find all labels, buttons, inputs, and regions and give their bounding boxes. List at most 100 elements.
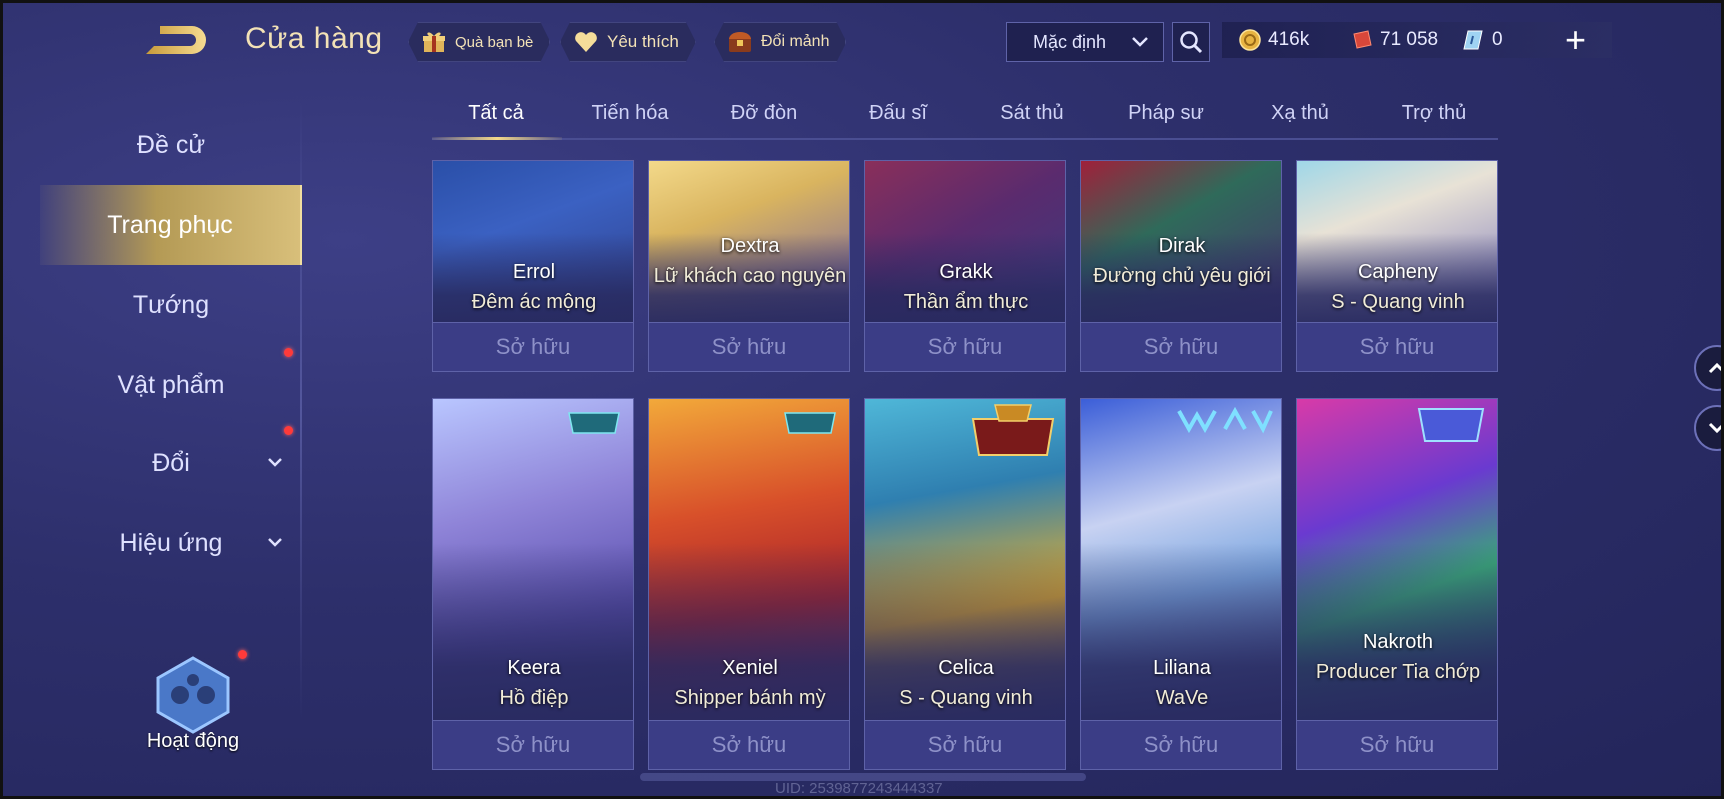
favorites-button[interactable]: Yêu thích [560,22,696,62]
sort-dropdown[interactable]: Mặc định [1006,22,1164,62]
wave-badge-icon [1177,406,1273,434]
sidebar-item-exchange[interactable]: Đổi [40,426,302,488]
uid-text: UID: 2539877243444337 [775,780,943,797]
notification-dot [284,348,293,357]
voucher-icon [1353,30,1372,49]
owned-status: Sở hữu [1080,322,1282,372]
category-tabs: Tất cả Tiến hóa Đỡ đòn Đấu sĩ Sát thủ Ph… [432,96,1498,140]
top-bar: Cửa hàng Quà bạn bè Yêu thích Đổi mảnh M… [0,0,1724,86]
search-button[interactable] [1172,22,1210,62]
scroll-down-button[interactable] [1694,405,1724,451]
owned-status: Sở hữu [648,322,850,372]
gift-icon [421,29,447,55]
sidebar-item-recommended[interactable]: Đề cử [40,120,302,170]
favorites-label: Yêu thích [607,32,679,51]
owned-status: Sở hữu [864,720,1066,770]
sidebar-item-label: Hiệu ứng [119,528,223,557]
friend-gifts-button[interactable]: Quà bạn bè [408,22,550,62]
search-icon [1180,31,1203,54]
skin-art: Keera Hồ điệp [432,398,634,720]
sidebar: Đề cử Trang phục Tướng Vật phẩm Đổi Hiệu… [40,110,302,570]
skin-name: S - Quang vinh [1331,291,1465,313]
owned-status: Sở hữu [1296,322,1498,372]
owned-status: Sở hữu [1296,720,1498,770]
chevron-down-icon [268,538,282,547]
tab-fighter[interactable]: Đấu sĩ [834,102,962,125]
hero-name: Capheny [1357,261,1439,283]
gold-amount: 416k [1268,29,1310,50]
sidebar-item-label: Vật phẩm [117,370,225,399]
hero-name: Dirak [1158,235,1206,257]
tab-label: Sát thủ [1000,102,1064,124]
tab-evolution[interactable]: Tiến hóa [566,102,694,125]
hero-name: Grakk [939,261,993,283]
skin-name: Đêm ác mộng [471,291,597,313]
heart-icon [573,29,599,55]
activity-button[interactable]: Hoạt động [138,650,248,760]
sidebar-item-label: Đổi [152,448,190,477]
tab-label: Tiến hóa [591,102,669,124]
skin-art: Xeniel Shipper bánh mỳ [648,398,850,720]
aov-day-badge-icon [1417,408,1485,442]
tab-marksman[interactable]: Xạ thủ [1236,102,1364,125]
currency-bar: 416k 71 058 0 [1222,22,1612,58]
sidebar-item-skins[interactable]: Trang phục [40,185,302,265]
voucher-currency: 71 058 [1350,28,1438,52]
gold-coin-icon [1239,29,1261,51]
skin-name: Thần ẩm thực [903,291,1029,313]
notification-dot [284,426,293,435]
sidebar-item-effects[interactable]: Hiệu ứng [40,518,302,568]
skin-name: Shipper bánh mỳ [674,687,826,709]
scroll-up-button[interactable] [1694,345,1724,391]
active-tab-indicator [432,137,562,140]
tab-support[interactable]: Trợ thủ [1370,102,1498,125]
limited-badge-icon [568,412,620,434]
owned-status: Sở hữu [1080,720,1282,770]
skin-art: Dirak Đường chủ yêu giới [1080,160,1282,322]
tab-label: Xạ thủ [1271,102,1329,124]
tab-label: Đỡ đòn [730,102,798,124]
chest-icon [727,29,753,55]
skin-art: Nakroth Producer Tia chớp [1296,398,1498,720]
hero-name: Dextra [720,235,780,257]
gold-currency: 416k [1238,28,1309,52]
hero-name: Nakroth [1362,631,1434,653]
skin-art: Capheny S - Quang vinh [1296,160,1498,322]
skin-art: Celica S - Quang vinh [864,398,1066,720]
tab-tank[interactable]: Đỡ đòn [700,102,828,125]
activity-icon [156,656,230,734]
owned-status: Sở hữu [432,322,634,372]
tab-label: Đấu sĩ [869,102,927,124]
owned-status: Sở hữu [432,720,634,770]
skin-art: Errol Đêm ác mộng [432,160,634,322]
chevron-down-icon [1132,37,1148,47]
back-icon[interactable] [140,20,216,60]
sidebar-item-heroes[interactable]: Tướng [40,280,302,330]
exchange-shards-label: Đổi mảnh [761,33,830,50]
friend-gifts-label: Quà bạn bè [455,33,534,51]
voucher-amount: 71 058 [1380,29,1439,50]
owned-status: Sở hữu [864,322,1066,372]
sidebar-item-items[interactable]: Vật phẩm [40,348,302,410]
activity-label: Hoạt động [146,730,240,752]
limited-badge-icon [784,412,836,434]
sort-value: Mặc định [1033,31,1107,52]
skin-name: S - Quang vinh [899,687,1033,709]
skin-art: Dextra Lữ khách cao nguyên [648,160,850,322]
skin-name: Hồ điệp [499,687,569,709]
sidebar-item-label: Đề cử [136,130,206,159]
ranked-season-badge-icon [971,404,1055,456]
token-currency: 0 [1462,28,1503,52]
sidebar-item-label: Trang phục [107,210,233,239]
tab-mage[interactable]: Pháp sư [1102,102,1230,125]
skin-name: Đường chủ yêu giới [1093,265,1271,287]
hero-name: Celica [938,657,994,679]
exchange-shards-button[interactable]: Đổi mảnh [714,22,846,62]
owned-status: Sở hữu [648,720,850,770]
hero-name: Liliana [1153,657,1211,679]
token-amount: 0 [1492,29,1503,50]
notification-dot [238,650,247,659]
tab-assassin[interactable]: Sát thủ [968,102,1096,125]
add-currency-button[interactable]: + [1565,22,1586,58]
tab-all[interactable]: Tất cả [432,102,560,125]
